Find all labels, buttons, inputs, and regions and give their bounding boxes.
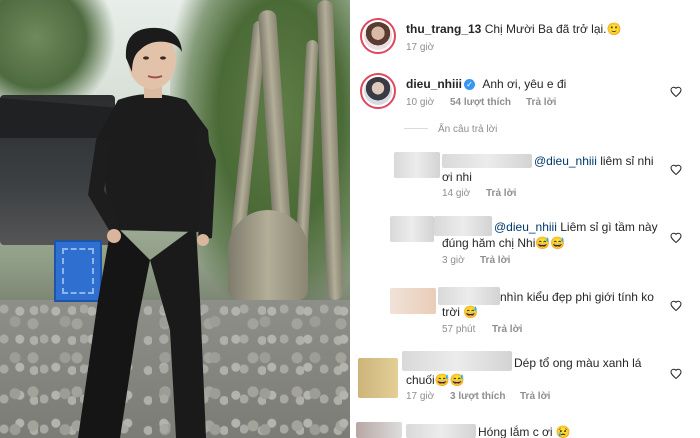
blurred-avatar [358,358,398,398]
blurred-username [406,424,476,438]
heart-icon[interactable] [670,86,682,98]
reply-mention-link[interactable]: @dieu_nhiii [494,220,557,234]
comment-time: 17 giờ [406,391,435,402]
hide-replies-link[interactable]: Ẩn câu trả lời [438,124,497,135]
heart-icon[interactable] [670,164,682,176]
reply-time: 3 giờ [442,255,465,266]
comment-text-row: thu_trang_13 Chị Mười Ba đã trở lại.🙂 [406,22,621,36]
reply-text-row-2: đúng hăm chị Nhi😅😅 [442,236,566,250]
reply-text-row: nhìn kiểu đẹp phi giới tính ko [500,290,654,304]
reply-button[interactable]: Trả lời [526,97,556,108]
verified-badge-icon: ✓ [464,79,476,90]
heart-icon[interactable] [670,368,682,380]
comment-text: Anh ơi, yêu e đi [482,77,567,91]
reply-text-row: @dieu_nhiii Liêm sỉ gì tầm này [494,220,658,234]
reply-text: Liêm sỉ gì tầm này [556,220,658,234]
comment-text-row: Dép tổ ong màu xanh lá [514,356,642,370]
post-photo[interactable] [0,0,350,438]
comment-text-row: Hóng lắm c ơi 😢 [478,425,571,438]
avatar[interactable] [360,73,396,109]
heart-icon[interactable] [670,232,682,244]
reply-time: 57 phút [442,324,476,335]
comment-likes[interactable]: 54 lượt thích [450,97,511,108]
reply-text-row-2: ơi nhi [442,170,472,184]
reply-text-row: @dieu_nhiii liêm sỉ nhi [534,154,654,168]
photo-person [78,27,216,438]
reply-button[interactable]: Trả lời [520,391,550,402]
reply-button[interactable]: Trả lời [480,255,510,266]
heart-icon[interactable] [670,300,682,312]
comment-text-row-2: chuối😅😅 [406,373,465,387]
avatar-image [364,77,392,105]
comment-time: 17 giờ [406,42,435,53]
comments-panel: thu_trang_13 Chị Mười Ba đã trở lại.🙂 17… [350,0,700,438]
blurred-username [442,154,532,168]
reply-time: 14 giờ [442,188,471,199]
comment-text-row: dieu_nhiii ✓ Anh ơi, yêu e đi [406,77,566,91]
comment-username[interactable]: dieu_nhiii [406,77,462,91]
avatar[interactable] [360,18,396,54]
blurred-username [402,351,512,371]
smile-emoji-icon: 🙂 [606,22,622,36]
blurred-username [438,287,500,305]
blurred-avatar [390,216,434,242]
reply-text-row-2: trời 😅 [442,305,479,319]
comment-likes[interactable]: 3 lượt thích [450,391,505,402]
reply-button[interactable]: Trả lời [486,188,516,199]
avatar-image [364,22,392,50]
comment-username[interactable]: thu_trang_13 [406,22,481,36]
reply-button[interactable]: Trả lời [492,324,522,335]
blurred-avatar [390,288,436,314]
blurred-username [434,216,492,236]
blurred-avatar [356,422,402,438]
replies-divider [404,128,428,129]
reply-mention-link[interactable]: @dieu_nhiii [534,154,597,168]
reply-text: liêm sỉ nhi [596,154,654,168]
comment-text: Chị Mười Ba đã trở lại. [484,22,607,36]
comment-time: 10 giờ [406,97,435,108]
blurred-avatar [394,152,440,178]
